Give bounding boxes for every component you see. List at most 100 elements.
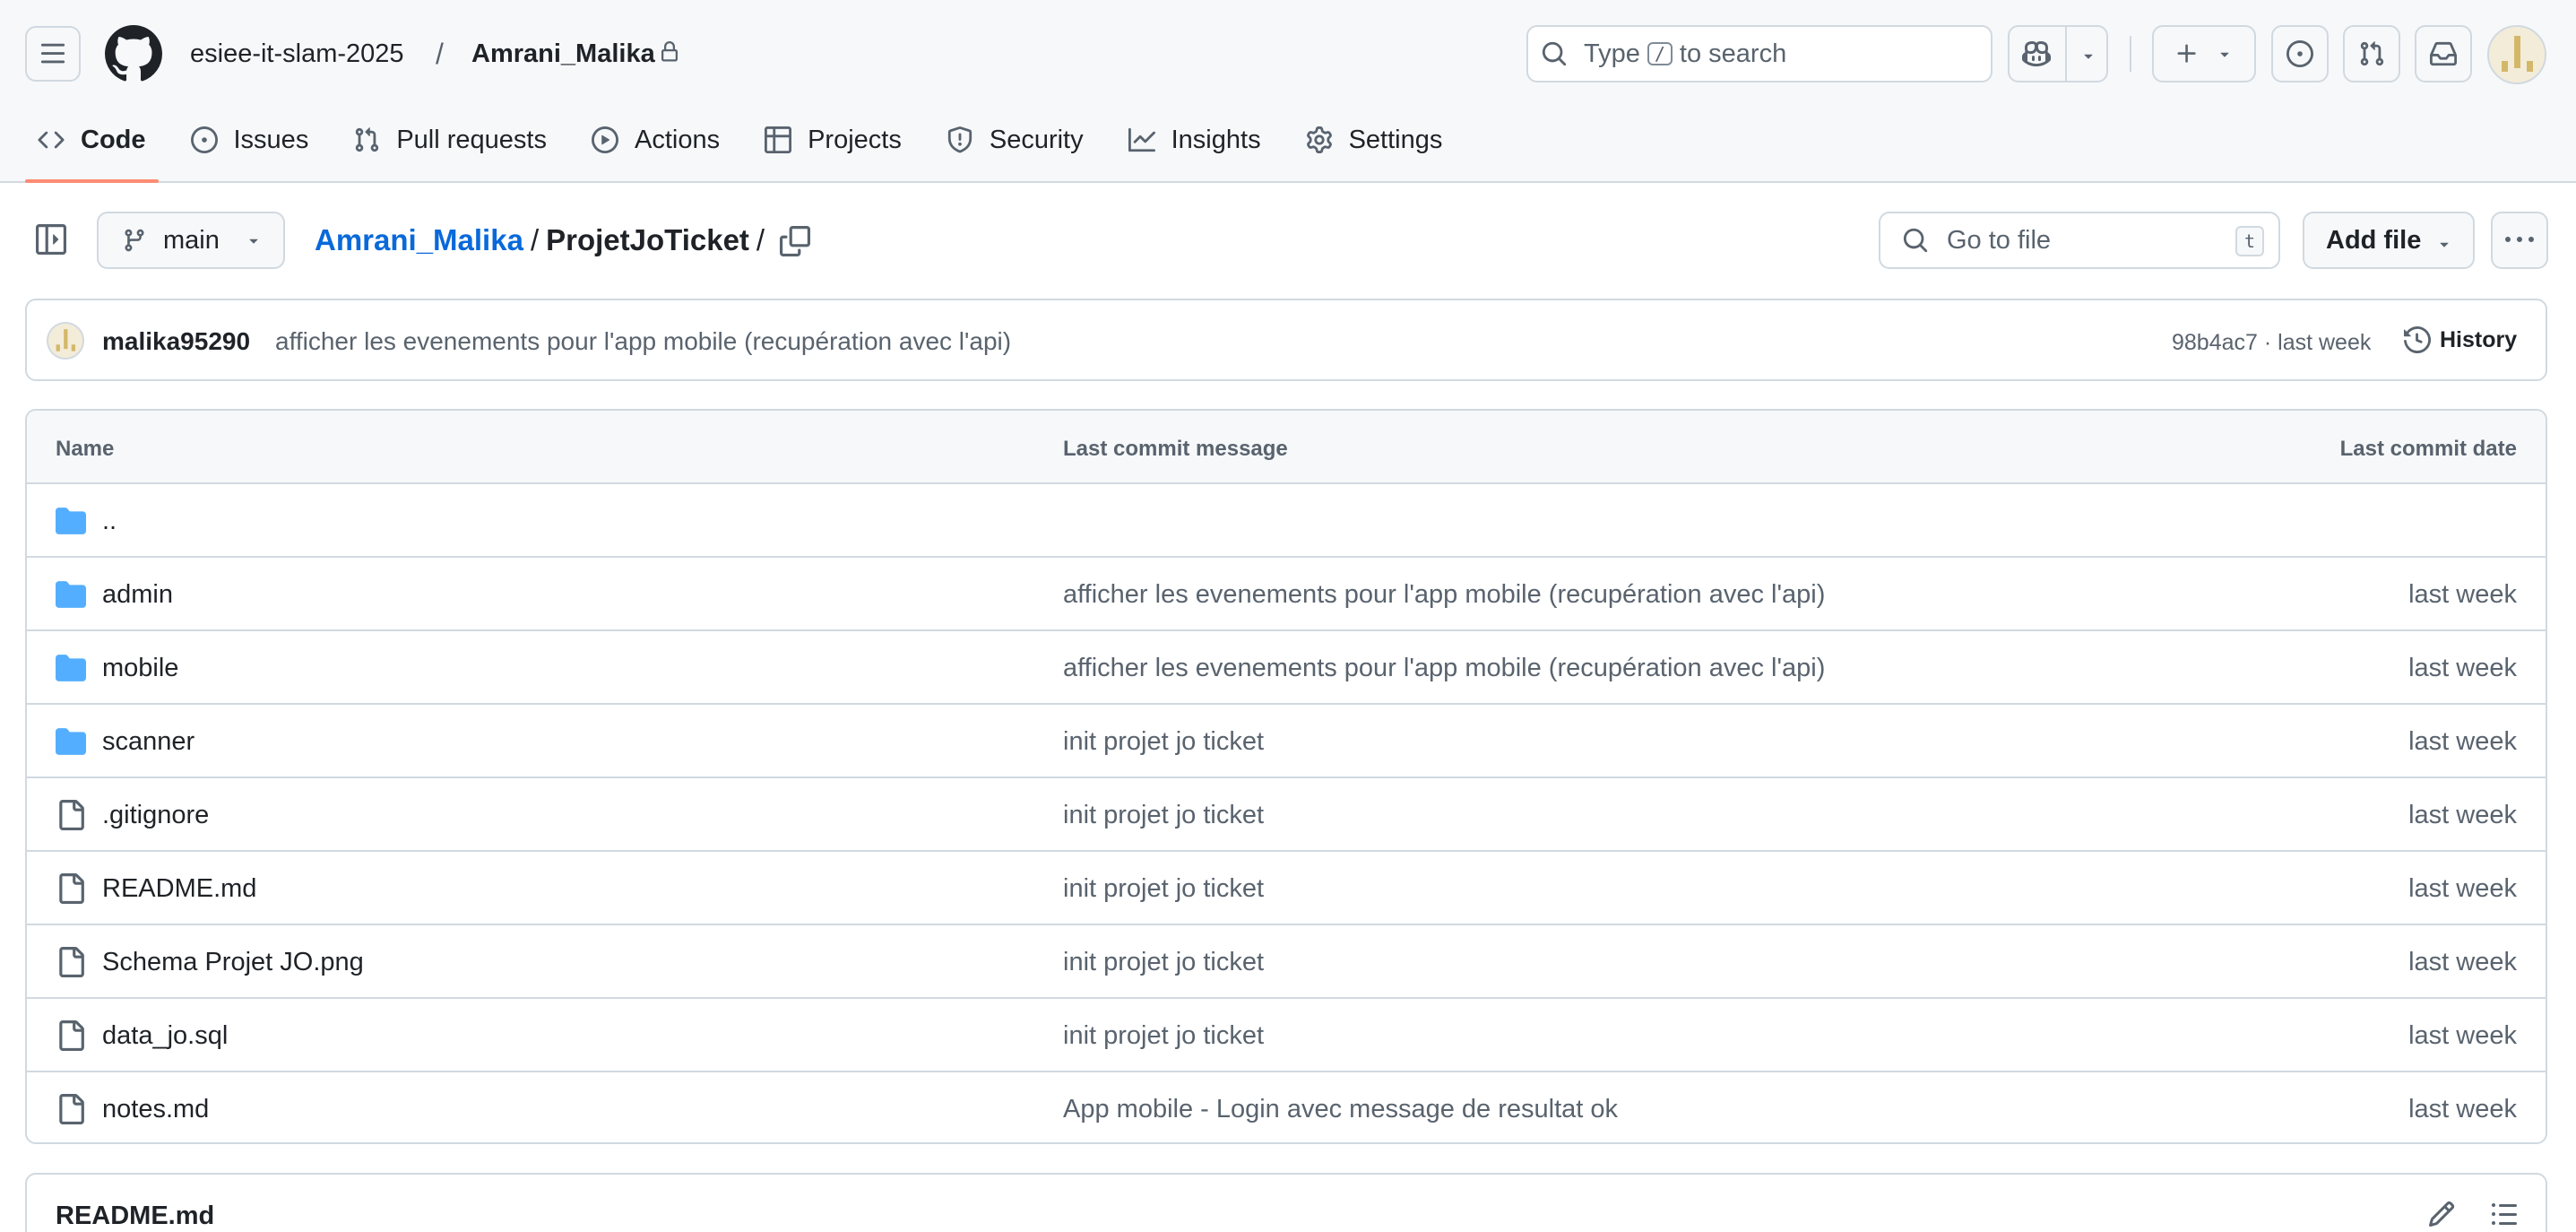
file-commit-message-link[interactable]: init projet jo ticket	[1063, 871, 1264, 907]
your-issues-button[interactable]	[2271, 25, 2329, 82]
copilot-icon	[2022, 40, 2051, 67]
file-commit-date: last week	[2408, 948, 2517, 976]
search-icon	[1542, 41, 1567, 66]
commit-author-avatar[interactable]	[47, 322, 84, 360]
plus-icon	[2177, 44, 2196, 63]
column-header-date: Last commit date	[2339, 437, 2517, 461]
notifications-button[interactable]	[2415, 25, 2472, 82]
menu-button[interactable]	[25, 26, 81, 82]
tab-settings[interactable]: Settings	[1293, 115, 1456, 165]
chevron-down-icon	[2220, 52, 2229, 57]
readme-title[interactable]: README.md	[56, 1198, 214, 1232]
file-commit-message-link[interactable]: init projet jo ticket	[1063, 1018, 1264, 1054]
table-header: Name Last commit message Last commit dat…	[27, 411, 2546, 484]
file-name-link[interactable]: admin	[102, 577, 173, 612]
table-row[interactable]: admin afficher les evenements pour l'app …	[27, 558, 2546, 631]
file-name-link[interactable]: ..	[102, 503, 117, 539]
inbox-icon	[2430, 41, 2457, 66]
breadcrumb: Amrani_Malika / ProjetJoTicket /	[315, 219, 772, 262]
hamburger-icon	[40, 43, 65, 64]
file-commit-message-link[interactable]: init projet jo ticket	[1063, 724, 1264, 759]
tab-projects-label: Projects	[808, 125, 902, 154]
user-avatar[interactable]	[2487, 25, 2546, 84]
context-repo-link[interactable]: Amrani_Malika	[471, 34, 655, 74]
chevron-down-icon	[249, 239, 258, 244]
avatar-pattern-icon	[48, 324, 82, 358]
history-icon	[2404, 326, 2431, 353]
search-shortcut-key: /	[1647, 42, 1673, 65]
file-commit-date: last week	[2408, 727, 2517, 756]
file-name-link[interactable]: README.md	[102, 871, 256, 907]
file-commit-message-link[interactable]: afficher les evenements pour l'app mobil…	[1063, 577, 1825, 612]
git-pull-request-icon	[356, 127, 379, 152]
your-pull-requests-button[interactable]	[2343, 25, 2400, 82]
folder-icon	[56, 655, 86, 681]
commit-sha-and-time[interactable]: 98b4ac7 · last week	[2172, 327, 2371, 358]
git-pull-request-icon	[2360, 41, 2384, 66]
file-commit-date: last week	[2408, 1095, 2517, 1124]
lock-icon	[661, 41, 678, 62]
folder-icon	[56, 508, 86, 534]
table-row[interactable]: scanner init projet jo ticket last week	[27, 705, 2546, 778]
tab-issues[interactable]: Issues	[178, 115, 322, 165]
issue-opened-icon	[2286, 40, 2313, 67]
tab-actions[interactable]: Actions	[579, 115, 732, 165]
go-to-file-input[interactable]: Go to file t	[1879, 212, 2280, 269]
more-options-button[interactable]	[2491, 212, 2548, 269]
file-name-link[interactable]: .gitignore	[102, 797, 209, 833]
file-commit-message-link[interactable]: init projet jo ticket	[1063, 797, 1264, 833]
global-header: esiee-it-slam-2025 / Amrani_Malika Type …	[0, 0, 2576, 183]
table-row[interactable]: mobile afficher les evenements pour l'app…	[27, 631, 2546, 705]
table-row[interactable]: README.md init projet jo ticket last week	[27, 852, 2546, 925]
search-prefix-text: Type	[1584, 39, 1640, 68]
file-commit-message-link[interactable]: init projet jo ticket	[1063, 944, 1264, 980]
table-row[interactable]: ..	[27, 484, 2546, 558]
chevron-down-icon[interactable]	[2079, 47, 2097, 65]
breadcrumb-owner-link[interactable]: Amrani_Malika	[315, 219, 523, 262]
avatar-pattern-icon	[2489, 27, 2545, 82]
file-name-link[interactable]: notes.md	[102, 1091, 209, 1127]
history-button[interactable]: History	[2404, 322, 2517, 358]
file-icon	[59, 1094, 84, 1124]
folder-icon	[56, 728, 86, 755]
sidebar-expand-icon[interactable]	[36, 224, 66, 255]
header-divider	[2130, 36, 2131, 72]
tab-projects[interactable]: Projects	[752, 115, 914, 165]
add-file-button[interactable]: Add file	[2303, 212, 2475, 269]
go-to-file-placeholder: Go to file	[1947, 225, 2052, 255]
branch-selector-button[interactable]: main	[97, 212, 285, 269]
table-row[interactable]: Schema Projet JO.png init projet jo ticke…	[27, 925, 2546, 999]
kebab-horizontal-icon	[2505, 237, 2534, 242]
table-row[interactable]: .gitignore init projet jo ticket last week	[27, 778, 2546, 852]
file-name-link[interactable]: data_jo.sql	[102, 1018, 228, 1054]
commit-author-link[interactable]: malika95290	[102, 324, 250, 360]
copilot-button[interactable]	[2008, 25, 2108, 82]
github-logo-icon[interactable]	[105, 25, 162, 82]
tab-pull-requests[interactable]: Pull requests	[341, 115, 559, 165]
create-new-button[interactable]	[2152, 25, 2256, 82]
file-name-link[interactable]: Schema Projet JO.png	[102, 944, 364, 980]
list-unordered-icon[interactable]	[2490, 1200, 2519, 1228]
file-commit-date: last week	[2408, 874, 2517, 903]
git-branch-icon	[125, 229, 144, 252]
file-commit-message-link[interactable]: afficher les evenements pour l'app mobil…	[1063, 650, 1825, 686]
file-name-link[interactable]: mobile	[102, 650, 178, 686]
context-owner-link[interactable]: esiee-it-slam-2025	[190, 34, 404, 74]
pencil-icon[interactable]	[2427, 1200, 2456, 1228]
commit-message-link[interactable]: afficher les evenements pour l'app mobil…	[275, 324, 1011, 360]
breadcrumb-current-dir: ProjetJoTicket	[546, 223, 749, 256]
table-row[interactable]: data_jo.sql init projet jo ticket last wee…	[27, 999, 2546, 1072]
copy-path-icon[interactable]	[780, 226, 810, 256]
tab-security[interactable]: Security	[934, 115, 1096, 165]
issue-opened-icon	[190, 126, 218, 153]
tab-code[interactable]: Code	[25, 115, 159, 183]
file-name-link[interactable]: scanner	[102, 724, 194, 759]
table-row[interactable]: notes.md App mobile - Login avec message …	[27, 1072, 2546, 1142]
breadcrumb-separator: /	[530, 223, 540, 256]
tab-insights[interactable]: Insights	[1116, 115, 1274, 165]
global-search-input[interactable]: Type / to search	[1526, 25, 1993, 82]
file-commit-message-link[interactable]: App mobile - Login avec message de resul…	[1063, 1091, 1618, 1127]
history-label: History	[2440, 327, 2518, 352]
file-commit-date: last week	[2408, 1021, 2517, 1050]
file-commit-date: last week	[2408, 580, 2517, 609]
